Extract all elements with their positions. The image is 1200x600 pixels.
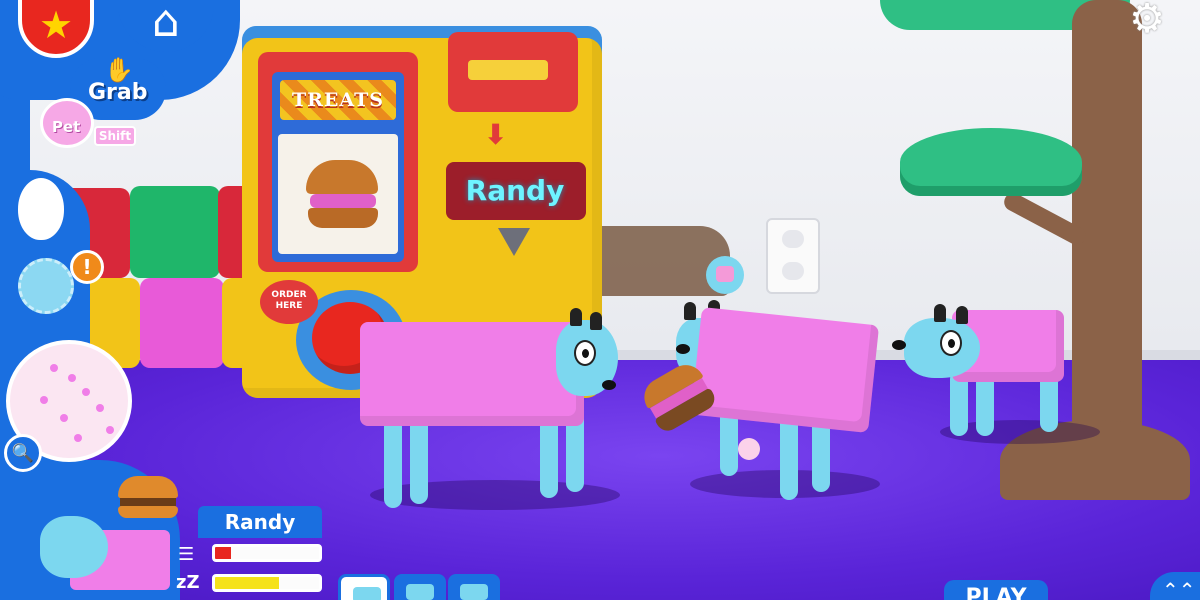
dog-eye [940, 330, 962, 356]
magnifier-plus-icon: 🔍 [11, 442, 35, 464]
tree-canopy-small [900, 128, 1082, 196]
down-arrow-icon: ⬇ [484, 118, 508, 151]
dog-nose [892, 340, 906, 350]
minimap-dog-marker [82, 388, 90, 396]
selected-dog-name-tag: Randy [465, 174, 565, 207]
dog-nose [602, 380, 616, 390]
star-icon: ★ [38, 3, 74, 47]
green-cube [130, 186, 220, 278]
pet-portrait-head [40, 516, 108, 578]
dog-ear [956, 306, 968, 324]
dog-body [360, 322, 584, 426]
alert-icon: ! [82, 255, 92, 279]
zoom-button[interactable]: 🔍 [4, 434, 42, 472]
dog-ear [684, 302, 696, 320]
hunger-bar-fill [215, 547, 231, 559]
pet-label: Pet [52, 118, 81, 136]
dispenser-opening [468, 60, 548, 80]
alert-badge[interactable]: ! [70, 250, 104, 284]
minimap-dog-marker [74, 434, 82, 442]
hunger-stat-icon: ☰ [178, 544, 195, 565]
dog-nose [676, 344, 690, 354]
shift-key-hint: Shift [94, 126, 136, 146]
hunger-bar [212, 544, 322, 562]
dog-ear [570, 308, 582, 326]
hotbar-slot-1[interactable] [338, 574, 390, 600]
outlet-socket [782, 230, 804, 248]
minimap-dog-marker [50, 364, 58, 372]
energy-bar [212, 574, 322, 592]
treats-sign: TREATS [280, 80, 396, 120]
dog-leg [976, 374, 994, 436]
order-here-sign: ORDER HERE [260, 280, 318, 324]
dog-ear [934, 304, 946, 322]
dog-thumbnail-icon [460, 584, 488, 600]
energy-bar-fill [215, 577, 280, 589]
wall-outlet [766, 218, 820, 294]
chevrons-up-icon: ⌃⌃ [1162, 578, 1196, 600]
germ-button[interactable] [18, 258, 74, 314]
minimap-dog-marker [60, 414, 68, 422]
pet-name-label: Randy [198, 506, 322, 538]
name-tag-pointer-icon [498, 228, 530, 256]
hotbar-slot-2[interactable] [394, 574, 446, 600]
dog-ear [590, 312, 602, 330]
pet-hand-icon [716, 266, 734, 282]
sleep-stat-icon: zZ [176, 572, 200, 593]
minimap-dog-marker [40, 396, 48, 404]
minimap-dog-marker [68, 374, 76, 382]
dog-body [690, 306, 880, 434]
settings-button[interactable]: ⚙ [1122, 0, 1172, 42]
house-icon: ⌂ [152, 0, 180, 47]
hotbar-slot-3[interactable] [448, 574, 500, 600]
minimap-dog-marker [106, 426, 114, 434]
play-button[interactable]: PLAY [944, 580, 1048, 600]
burger-bun-bottom [308, 208, 378, 228]
dog-eye [574, 340, 596, 366]
dog-thumbnail-icon [406, 584, 434, 600]
burger-icon-patty [120, 498, 176, 506]
toy-ball[interactable] [738, 438, 760, 460]
burger-patty [310, 194, 376, 208]
dog-thumbnail-icon [353, 587, 381, 600]
pink-cube [140, 278, 224, 368]
grab-label: Grab [88, 80, 148, 105]
burger-icon [118, 476, 178, 498]
gear-icon: ⚙ [1129, 0, 1165, 42]
egg-button[interactable] [18, 178, 64, 240]
burger-icon-bottom [118, 506, 178, 518]
minimap-dog-marker [96, 404, 104, 412]
outlet-socket [782, 262, 804, 280]
